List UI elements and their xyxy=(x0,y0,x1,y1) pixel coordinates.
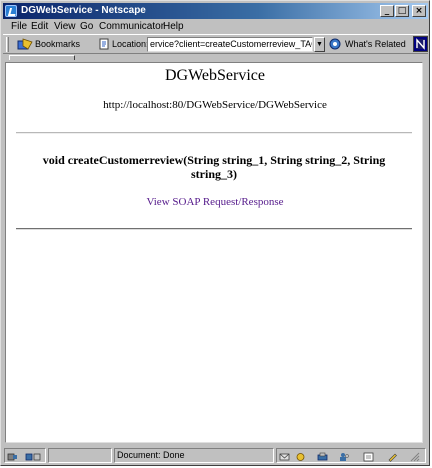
location-icon[interactable] xyxy=(98,38,110,50)
view-soap-link[interactable]: View SOAP Request/Response xyxy=(6,196,424,208)
component-icon[interactable] xyxy=(295,452,306,462)
page-content: DGWebService http://localhost:80/DGWebSe… xyxy=(5,62,423,443)
page-title: DGWebService xyxy=(164,67,265,84)
status-bar: Document: Done xyxy=(3,447,428,464)
title-bar[interactable]: DGWebService - Netscape _ □ × xyxy=(3,3,428,19)
status-panel-security xyxy=(4,448,46,463)
edit-icon[interactable] xyxy=(387,452,398,462)
divider xyxy=(16,132,412,134)
menu-edit[interactable]: Edit xyxy=(31,20,48,34)
component-bar xyxy=(276,448,426,463)
browser-window: DGWebService - Netscape _ □ × File Edit … xyxy=(0,0,430,466)
status-text: Document: Done xyxy=(117,450,185,460)
resize-grip-icon[interactable] xyxy=(409,452,420,462)
address-book-icon[interactable] xyxy=(339,452,350,462)
menu-bar: File Edit View Go Communicator Help xyxy=(3,20,428,34)
bookmark-icon[interactable] xyxy=(17,38,33,51)
menu-go[interactable]: Go xyxy=(80,20,93,34)
location-toolbar: Bookmarks Location: ervice?client=create… xyxy=(3,34,428,54)
menu-view[interactable]: View xyxy=(54,20,76,34)
minimize-button[interactable]: _ xyxy=(380,5,394,17)
url-input[interactable]: ervice?client=createCustomerreview_TAGUI… xyxy=(147,37,313,52)
mail-icon[interactable] xyxy=(279,452,290,462)
service-endpoint-url: http://localhost:80/DGWebService/DGWebSe… xyxy=(103,99,327,111)
maximize-button[interactable]: □ xyxy=(395,5,409,17)
menu-file[interactable]: File xyxy=(11,20,27,34)
menu-help[interactable]: Help xyxy=(163,20,184,34)
security-icon[interactable] xyxy=(25,452,41,462)
menu-communicator[interactable]: Communicator xyxy=(99,20,164,34)
divider xyxy=(16,228,412,230)
collapsed-toolbar-tab[interactable] xyxy=(9,55,75,60)
window-title: DGWebService - Netscape xyxy=(21,5,146,16)
close-button[interactable]: × xyxy=(412,5,426,17)
toolbar-grip[interactable] xyxy=(6,37,9,52)
bookmarks-button[interactable]: Bookmarks xyxy=(35,39,80,49)
whats-related-icon[interactable] xyxy=(329,38,341,50)
netscape-app-icon[interactable] xyxy=(5,5,17,17)
method-signature: void createCustomerreview(String string_… xyxy=(42,153,386,181)
toolbar-tab-strip xyxy=(3,55,428,61)
netscape-throbber-icon[interactable] xyxy=(413,36,428,52)
composer-icon[interactable] xyxy=(317,452,328,462)
connection-icon[interactable] xyxy=(7,452,18,462)
location-label: Location: xyxy=(112,39,149,49)
news-icon[interactable] xyxy=(363,452,374,462)
whats-related-button[interactable]: What's Related xyxy=(345,39,406,49)
status-panel-progress xyxy=(48,448,112,463)
url-dropdown-button[interactable]: ▼ xyxy=(314,37,325,52)
